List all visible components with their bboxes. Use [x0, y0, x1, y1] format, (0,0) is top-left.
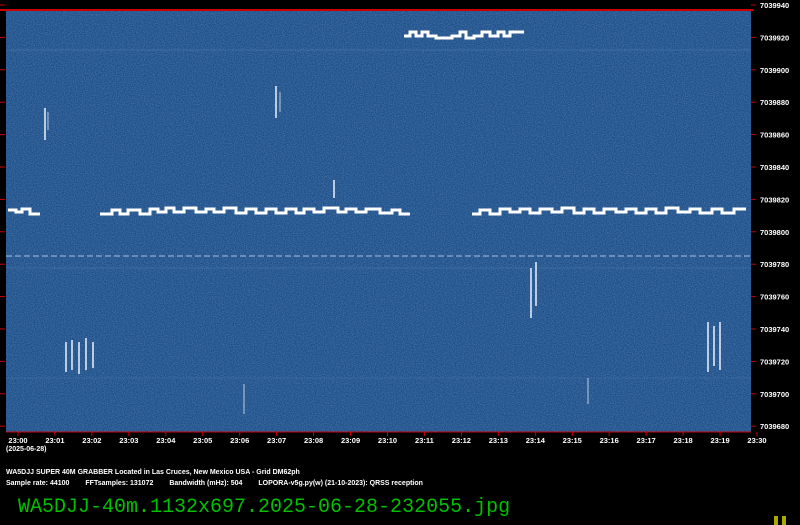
y-tick-label: 7039740	[760, 325, 789, 334]
x-tick-label: 23:03	[119, 436, 138, 445]
marker-block	[782, 516, 786, 525]
x-tick-label: 23:30	[747, 436, 766, 445]
x-tick-label: 23:09	[341, 436, 360, 445]
y-tick-label: 7039940	[760, 1, 789, 10]
y-tick-label: 7039840	[760, 163, 789, 172]
y-tick-label: 7039800	[760, 228, 789, 237]
x-tick-label: 23:18	[674, 436, 693, 445]
x-tick-label: 23:16	[600, 436, 619, 445]
x-tick-label: 23:11	[415, 436, 434, 445]
x-tick-label: 23:12	[452, 436, 471, 445]
marker-block	[774, 516, 778, 525]
x-tick-label: 23:08	[304, 436, 323, 445]
filename-label: WA5DJJ-40m.1132x697.2025-06-28-232055.jp…	[18, 496, 511, 519]
date-label: (2025-06-28)	[6, 446, 47, 453]
x-tick-label: 23:04	[156, 436, 176, 445]
fft-samples: FFTsamples: 131072	[85, 480, 154, 487]
x-axis: 23:00 23:01 23:02 23:03 23:04 23:05 23:06 23:07…	[6, 431, 767, 445]
x-tick-label: 23:15	[563, 436, 582, 445]
grabber-display: 7039940 7039920 7039900 7039880 7039860 70398…	[0, 1, 789, 445]
y-tick-label: 7039780	[760, 260, 789, 269]
y-tick-label: 7039720	[760, 357, 789, 366]
x-tick-label: 23:00	[8, 436, 27, 445]
y-tick-label: 7039880	[760, 98, 789, 107]
y-tick-label: 7039900	[760, 66, 789, 75]
x-tick-label: 23:17	[637, 436, 656, 445]
y-tick-label: 7039920	[760, 33, 789, 42]
station-info: WA5DJJ SUPER 40M GRABBER Located in Las …	[6, 469, 300, 476]
y-tick-label: 7039860	[760, 131, 789, 140]
x-tick-label: 23:14	[526, 436, 546, 445]
sample-rate: Sample rate: 44100	[6, 480, 70, 487]
x-tick-label: 23:07	[267, 436, 286, 445]
software-version: LOPORA-v5g.py(w) (21-10-2023): QRSS rece…	[258, 480, 423, 487]
x-tick-label: 23:02	[82, 436, 101, 445]
x-tick-label: 23:06	[230, 436, 249, 445]
x-tick-label: 23:01	[45, 436, 64, 445]
parameters-line: Sample rate: 44100 FFTsamples: 131072 Ba…	[6, 480, 437, 487]
x-tick-label: 23:10	[378, 436, 397, 445]
x-tick-label: 23:05	[193, 436, 212, 445]
bandwidth: Bandwidth (mHz): 504	[169, 480, 243, 487]
y-tick-label: 7039820	[760, 195, 789, 204]
x-tick-label: 23:19	[710, 436, 729, 445]
y-tick-label: 7039700	[760, 390, 789, 399]
x-tick-label: 23:13	[489, 436, 508, 445]
waterfall-noise	[6, 10, 751, 432]
y-tick-label: 7039760	[760, 293, 789, 302]
y-tick-label: 7039680	[760, 422, 789, 431]
